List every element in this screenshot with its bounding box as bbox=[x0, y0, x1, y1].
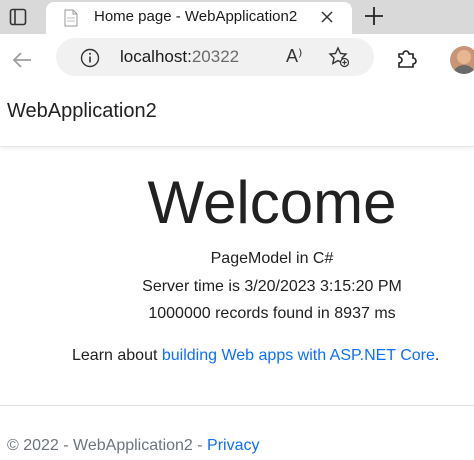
footer-copyright: © 2022 - WebApplication2 - bbox=[7, 437, 208, 454]
site-brand[interactable]: WebApplication2 bbox=[7, 100, 157, 123]
tab-title: Home page - WebApplication2 bbox=[94, 8, 298, 25]
records-found-text: 1000000 records found in 8937 ms bbox=[148, 305, 396, 322]
add-favorite-icon[interactable] bbox=[328, 46, 350, 68]
tab-strip: Home page - WebApplication2 bbox=[0, 0, 474, 36]
aspnet-core-link[interactable]: building Web apps with ASP.NET Core bbox=[162, 347, 435, 364]
close-tab-icon[interactable] bbox=[318, 8, 336, 26]
new-tab-icon[interactable] bbox=[360, 2, 388, 30]
page-model-text: PageModel in C# bbox=[210, 250, 334, 267]
profile-avatar[interactable] bbox=[450, 46, 474, 74]
browser-toolbar: localhost:20322 A⁾ bbox=[0, 34, 474, 84]
learn-prefix: Learn about bbox=[72, 347, 162, 364]
address-bar[interactable]: localhost:20322 A⁾ bbox=[56, 38, 374, 76]
back-arrow-icon[interactable] bbox=[10, 48, 34, 72]
server-time-text: Server time is 3/20/2023 3:15:20 PM bbox=[142, 278, 402, 295]
url-text[interactable]: localhost:20322 bbox=[120, 47, 239, 67]
browser-tab[interactable]: Home page - WebApplication2 bbox=[46, 2, 352, 36]
learn-suffix: . bbox=[434, 347, 440, 364]
tab-actions-button[interactable] bbox=[0, 0, 36, 34]
info-icon[interactable] bbox=[80, 48, 100, 68]
extensions-icon[interactable] bbox=[394, 46, 418, 70]
privacy-link[interactable]: Privacy bbox=[207, 437, 259, 454]
site-navbar: WebApplication2 bbox=[0, 84, 474, 147]
url-port: 20322 bbox=[191, 47, 240, 66]
footer-divider bbox=[0, 405, 474, 406]
page-icon bbox=[64, 9, 78, 27]
site-footer: © 2022 - WebApplication2 - Privacy bbox=[7, 437, 260, 455]
tab-actions-icon bbox=[9, 8, 27, 26]
read-aloud-icon[interactable]: A⁾ bbox=[286, 46, 302, 67]
learn-more-text: Learn about building Web apps with ASP.N… bbox=[72, 347, 439, 365]
welcome-heading: Welcome bbox=[147, 169, 397, 236]
url-host: localhost: bbox=[120, 47, 192, 66]
